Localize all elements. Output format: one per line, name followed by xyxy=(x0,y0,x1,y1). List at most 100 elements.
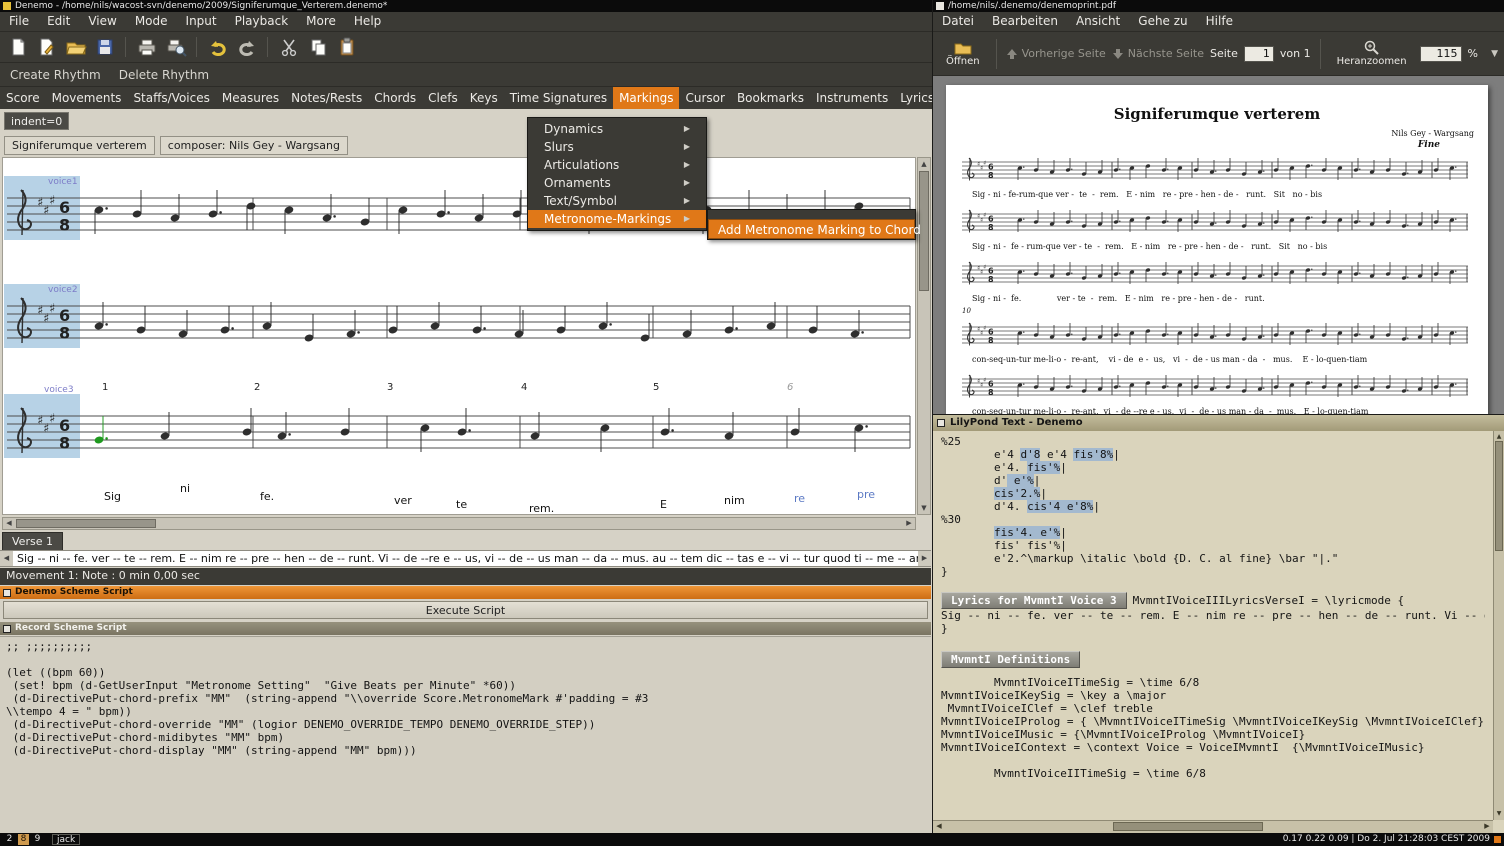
menu-item-text-symbol[interactable]: Text/Symbol ▶ xyxy=(528,192,706,210)
score-menu-cursor[interactable]: Cursor xyxy=(679,87,730,109)
toolbar-overflow-icon[interactable]: ▼ xyxy=(1491,49,1498,59)
menu-view[interactable]: View xyxy=(79,12,125,31)
scroll-thumb[interactable] xyxy=(16,519,156,528)
menu-playback[interactable]: Playback xyxy=(226,12,298,31)
score-menu-clefs[interactable]: Clefs xyxy=(422,87,464,109)
submenu-arrow-icon: ▶ xyxy=(683,214,690,223)
score-menu-lyrics[interactable]: Lyrics xyxy=(894,87,932,109)
print-button[interactable] xyxy=(133,34,160,60)
copy-button[interactable] xyxy=(304,34,331,60)
score-horizontal-scrollbar[interactable]: ◀ ▶ xyxy=(2,517,916,530)
indent-directive-button[interactable]: indent=0 xyxy=(4,112,70,130)
menu-mode[interactable]: Mode xyxy=(126,12,177,31)
score-vertical-scrollbar[interactable]: ▲ ▼ xyxy=(917,157,931,515)
score-menu-time-signatures[interactable]: Time Signatures xyxy=(504,87,613,109)
menu-item-metronome-markings[interactable]: Metronome-Markings ▶ xyxy=(528,210,706,228)
score-menu-bookmarks[interactable]: Bookmarks xyxy=(731,87,810,109)
lilypond-block1[interactable]: %25 e'4 d'8 e'4 fis'8%| e'4. fis'%| d' e… xyxy=(941,435,1485,578)
verse-lyrics-field[interactable]: ◀ Sig -- ni -- fe. ver -- te -- rem. E -… xyxy=(0,550,931,567)
lilypond-vertical-scrollbar[interactable]: ▲ ▼ xyxy=(1493,431,1504,820)
score-menu-movements[interactable]: Movements xyxy=(46,87,128,109)
composer-button[interactable]: composer: Nils Gey - Wargsang xyxy=(159,136,348,155)
denemo-titlebar[interactable]: Denemo - /home/nils/wacost-svn/denemo/20… xyxy=(0,0,932,12)
music-system-2[interactable]: voice2 ♯♯♯ 68 xyxy=(4,270,916,376)
notification-icon[interactable] xyxy=(1494,836,1501,843)
lilypond-lyrics-line[interactable]: Sig -- ni -- fe. ver -- te -- rem. E -- … xyxy=(941,609,1485,622)
lyrics-scroll-right-icon[interactable]: ▶ xyxy=(918,551,931,566)
score-menu-markings[interactable]: Markings xyxy=(613,87,680,109)
scroll-left-icon[interactable]: ◀ xyxy=(3,518,15,529)
page-number-input[interactable] xyxy=(1243,45,1274,62)
menu-gehe-zu[interactable]: Gehe zu xyxy=(1129,12,1196,31)
lilypond-text-view[interactable]: %25 e'4 d'8 e'4 fis'8%| e'4. fis'%| d' e… xyxy=(933,431,1493,820)
scroll-left-icon[interactable]: ◀ xyxy=(933,821,945,832)
score-menu-keys[interactable]: Keys xyxy=(464,87,504,109)
record-scheme-panel-titlebar[interactable]: Record Scheme Script xyxy=(0,622,931,635)
score-menu-score[interactable]: Score xyxy=(0,87,46,109)
create-rhythm-button[interactable]: Create Rhythm xyxy=(10,68,101,82)
open-button[interactable]: Öffnen xyxy=(939,39,987,69)
scroll-up-icon[interactable]: ▲ xyxy=(918,158,930,170)
previous-page-icon xyxy=(1006,48,1017,59)
workspace-2[interactable]: 2 xyxy=(4,834,15,845)
lilypond-horizontal-scrollbar[interactable]: ◀ ▶ xyxy=(933,820,1493,833)
execute-script-button[interactable]: Execute Script xyxy=(3,601,928,619)
menu-datei[interactable]: Datei xyxy=(933,12,983,31)
next-page-button[interactable]: Nächste Seite xyxy=(1112,47,1204,60)
score-menu-chords[interactable]: Chords xyxy=(368,87,422,109)
menu-file[interactable]: File xyxy=(0,12,38,31)
menu-item-dynamics[interactable]: Dynamics ▶ xyxy=(528,120,706,138)
new-from-template-button[interactable] xyxy=(33,34,60,60)
scheme-script-panel-titlebar[interactable]: Denemo Scheme Script xyxy=(0,586,931,599)
menu-hilfe[interactable]: Hilfe xyxy=(1197,12,1242,31)
open-file-button[interactable] xyxy=(62,34,89,60)
workspace-9[interactable]: 9 xyxy=(32,834,43,845)
scroll-thumb[interactable] xyxy=(1495,441,1503,551)
menu-item-articulations[interactable]: Articulations ▶ xyxy=(528,156,706,174)
lilypond-titlebar[interactable]: LilyPond Text - Denemo xyxy=(933,415,1504,431)
verse-lyrics-text[interactable]: Sig -- ni -- fe. ver -- te -- rem. E -- … xyxy=(13,551,918,566)
menu-help[interactable]: Help xyxy=(345,12,390,31)
save-file-button[interactable] xyxy=(91,34,118,60)
lilypond-block2[interactable]: MvmntIVoiceITimeSig = \time 6/8 MvmntIVo… xyxy=(941,676,1485,780)
scroll-right-icon[interactable]: ▶ xyxy=(903,518,915,529)
paste-button[interactable] xyxy=(333,34,360,60)
mvmnt-definitions-button[interactable]: MvmntI Definitions xyxy=(941,651,1081,668)
menu-item-ornaments[interactable]: Ornaments ▶ xyxy=(528,174,706,192)
lyrics-scroll-left-icon[interactable]: ◀ xyxy=(0,551,13,566)
score-menu-notes-rests[interactable]: Notes/Rests xyxy=(285,87,368,109)
verse-tab[interactable]: Verse 1 xyxy=(2,532,63,550)
lyrics-voice3-button[interactable]: Lyrics for MvmntI Voice 3 xyxy=(941,592,1127,609)
undo-button[interactable] xyxy=(204,34,231,60)
scroll-down-icon[interactable]: ▼ xyxy=(918,502,930,514)
redo-button[interactable] xyxy=(233,34,260,60)
scheme-script-editor[interactable]: ;; ;;;;;;;;;; (let ((bpm 60)) (set! bpm … xyxy=(0,636,931,833)
zoom-input[interactable] xyxy=(1419,45,1462,62)
submenu-arrow-icon: ▶ xyxy=(683,196,690,205)
menu-ansicht[interactable]: Ansicht xyxy=(1067,12,1129,31)
scroll-thumb[interactable] xyxy=(1113,822,1263,831)
new-file-button[interactable] xyxy=(4,34,31,60)
score-menu-instruments[interactable]: Instruments xyxy=(810,87,894,109)
cut-button[interactable] xyxy=(275,34,302,60)
scroll-right-icon[interactable]: ▶ xyxy=(1481,821,1493,832)
menu-item-slurs[interactable]: Slurs ▶ xyxy=(528,138,706,156)
print-preview-button[interactable] xyxy=(162,34,189,60)
menu-edit[interactable]: Edit xyxy=(38,12,79,31)
scroll-down-icon[interactable]: ▼ xyxy=(1494,808,1504,820)
workspace-8-active[interactable]: 8 xyxy=(18,834,29,845)
score-menu-staffs-voices[interactable]: Staffs/Voices xyxy=(127,87,215,109)
score-menu-measures[interactable]: Measures xyxy=(216,87,285,109)
zoom-in-button[interactable]: Heranzoomen xyxy=(1330,38,1414,69)
menu-input[interactable]: Input xyxy=(177,12,226,31)
evince-titlebar[interactable]: /home/nils/.denemo/denemoprint.pdf xyxy=(933,0,1504,12)
jack-indicator[interactable]: jack xyxy=(52,834,81,845)
previous-page-button[interactable]: Vorherige Seite xyxy=(1006,47,1106,60)
music-system-3[interactable]: voice3 1 2 3 4 5 6 ♯♯♯ 68 Sig ni fe. ver … xyxy=(4,376,916,514)
menu-more[interactable]: More xyxy=(297,12,345,31)
menu-item-add-metronome-marking[interactable]: Add Metronome Marking to Chord xyxy=(708,219,921,239)
menu-bearbeiten[interactable]: Bearbeiten xyxy=(983,12,1067,31)
score-title-button[interactable]: Signiferumque verterem xyxy=(4,136,155,155)
pdf-view[interactable]: Signiferumque verterem Nils Gey - Wargsa… xyxy=(933,77,1504,414)
delete-rhythm-button[interactable]: Delete Rhythm xyxy=(119,68,209,82)
